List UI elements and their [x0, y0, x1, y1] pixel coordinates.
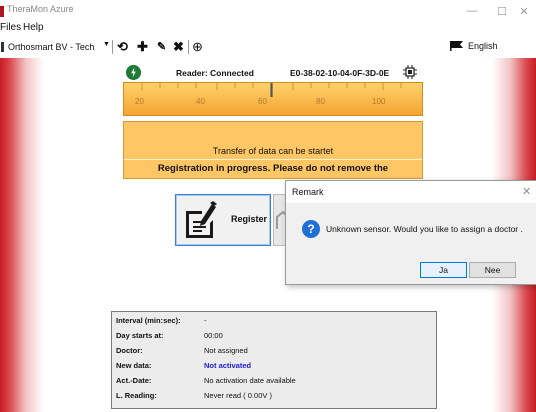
gauge-label: 80 — [316, 97, 325, 106]
gauge-label: 60 — [258, 97, 267, 106]
menu-bar: Files Help — [0, 22, 536, 36]
yes-button[interactable]: Ja — [420, 262, 467, 278]
gauge-label: 40 — [196, 97, 205, 106]
flag-icon[interactable] — [450, 41, 464, 51]
question-icon: ? — [302, 220, 320, 238]
app-logo-icon — [0, 6, 4, 17]
interval-value: - — [204, 316, 207, 325]
minimize-button[interactable]: — — [455, 0, 489, 22]
register-button-label: Register — [231, 214, 268, 224]
globe-icon[interactable]: ⊕ — [192, 39, 203, 55]
toolbar: Orthosmart BV - Tech ▼ ⟲ ✚ ✎ ✖ ⊕ English — [0, 36, 536, 59]
reader-status: Reader: Connected — [176, 68, 254, 78]
day-start-value: 00:00 — [204, 331, 223, 340]
new-data-label: New data: — [116, 361, 152, 370]
dialog-close-icon[interactable]: ✕ — [522, 185, 531, 198]
register-document-icon — [186, 201, 217, 238]
chip-icon[interactable] — [403, 65, 417, 79]
close-window-button[interactable]: ✕ — [507, 0, 536, 22]
doctor-label: Doctor: — [116, 346, 143, 355]
last-reading-value: Never read ( 0.00V ) — [204, 391, 272, 400]
profile-dropdown[interactable]: Orthosmart BV - Tech — [8, 40, 110, 54]
sensor-info-panel: Interval (min:sec): - Day starts at: 00:… — [111, 311, 437, 409]
language-label[interactable]: English — [468, 41, 498, 51]
window-title: TheraMon Azure — [7, 4, 74, 14]
register-button[interactable]: Register — [175, 194, 271, 246]
dialog-message: Unknown sensor. Would you like to assign… — [326, 224, 523, 234]
activation-date-value: No activation date available — [204, 376, 296, 385]
new-data-value: Not activated — [204, 361, 252, 370]
title-bar: TheraMon Azure — ☐ ✕ — [0, 0, 536, 22]
level-gauge: 20 40 60 80 100 — [123, 82, 423, 116]
activation-date-label: Act.-Date: — [116, 376, 152, 385]
gauge-ticks — [141, 83, 402, 97]
remark-dialog: Remark ✕ ? Unknown sensor. Would you lik… — [285, 180, 536, 285]
toolbar-separator — [188, 40, 189, 54]
gauge-label: 100 — [372, 97, 386, 106]
edit-icon[interactable]: ✎ — [157, 39, 166, 55]
delete-icon[interactable]: ✖ — [173, 39, 184, 55]
sensor-id: E0-38-02-10-04-0F-3D-0E — [290, 68, 390, 78]
transfer-status-panel: Transfer of data can be startet Registra… — [123, 121, 423, 179]
last-reading-label: L. Reading: — [116, 391, 157, 400]
transfer-message: Transfer of data can be startet — [212, 146, 334, 156]
dialog-title-bar: Remark ✕ — [286, 181, 536, 203]
divider — [124, 159, 422, 160]
gauge-label: 20 — [135, 97, 144, 106]
no-button[interactable]: Nee — [469, 262, 516, 278]
interval-label: Interval (min:sec): — [116, 316, 181, 325]
doctor-value: Not assigned — [204, 346, 248, 355]
power-status-icon — [126, 65, 141, 80]
menu-files[interactable]: Files — [0, 22, 21, 33]
refresh-icon[interactable]: ⟲ — [117, 39, 128, 55]
toolbar-grip[interactable] — [1, 42, 4, 52]
dialog-title: Remark — [292, 187, 324, 197]
toolbar-separator — [112, 40, 113, 54]
dropdown-arrow-icon[interactable]: ▼ — [103, 41, 110, 48]
add-icon[interactable]: ✚ — [137, 39, 148, 55]
menu-help[interactable]: Help — [23, 22, 44, 33]
registration-message: Registration in progress. Please do not … — [157, 163, 389, 174]
day-start-label: Day starts at: — [116, 331, 164, 340]
